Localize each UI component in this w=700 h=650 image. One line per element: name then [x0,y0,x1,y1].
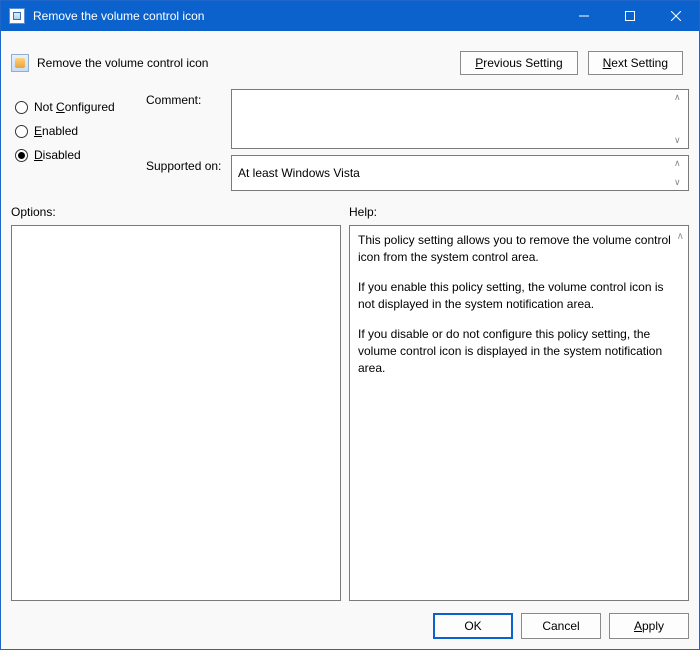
help-paragraph: This policy setting allows you to remove… [358,232,680,267]
policy-editor-window: Remove the volume control icon Remove th… [0,0,700,650]
previous-setting-button[interactable]: Previous Setting [460,51,577,75]
maximize-button[interactable] [607,1,653,31]
ok-button[interactable]: OK [433,613,513,639]
help-paragraph: If you disable or do not configure this … [358,326,680,378]
config-row: Not Configured Enabled Disabled Comment:… [11,89,689,191]
radio-icon [15,101,28,114]
minimize-icon [579,11,589,21]
next-setting-button[interactable]: Next Setting [588,51,683,75]
close-button[interactable] [653,1,699,31]
content-area: Remove the volume control icon Previous … [1,31,699,649]
radio-not-configured[interactable]: Not Configured [15,95,146,119]
cancel-button[interactable]: Cancel [521,613,601,639]
supported-on-box: At least Windows Vista ∧ ∨ [231,155,689,191]
close-icon [671,11,681,21]
next-rest: ext Setting [611,56,668,70]
minimize-button[interactable] [561,1,607,31]
apply-button[interactable]: Apply [609,613,689,639]
window-title: Remove the volume control icon [33,9,561,23]
radio-disabled[interactable]: Disabled [15,143,146,167]
options-label: Options: [11,205,349,219]
scroll-down-icon[interactable]: ∨ [674,136,684,145]
radio-icon [15,125,28,138]
help-label: Help: [349,205,377,219]
scroll-down-icon[interactable]: ∨ [674,178,684,187]
help-paragraph: If you enable this policy setting, the v… [358,279,680,314]
options-pane [11,225,341,601]
help-pane: ∧ This policy setting allows you to remo… [349,225,689,601]
header-row: Remove the volume control icon Previous … [11,39,689,87]
maximize-icon [625,11,635,21]
prev-rest: revious Setting [483,56,562,70]
window-controls [561,1,699,31]
state-radio-group: Not Configured Enabled Disabled [11,89,146,191]
help-text: This policy setting allows you to remove… [358,232,680,378]
supported-on-label: Supported on: [146,155,231,191]
scroll-up-icon[interactable]: ∧ [674,159,684,168]
scroll-up-icon[interactable]: ∧ [677,230,684,245]
policy-name: Remove the volume control icon [37,56,208,70]
titlebar[interactable]: Remove the volume control icon [1,1,699,31]
comment-textarea[interactable]: ∧ ∨ [231,89,689,149]
comment-label: Comment: [146,89,231,149]
radio-enabled[interactable]: Enabled [15,119,146,143]
scroll-up-icon[interactable]: ∧ [674,93,684,102]
pane-labels: Options: Help: [11,205,689,219]
panes-row: ∧ This policy setting allows you to remo… [11,225,689,601]
policy-icon [11,54,29,72]
footer-buttons: OK Cancel Apply [11,601,689,639]
window-icon [9,8,25,24]
radio-icon [15,149,28,162]
supported-on-value: At least Windows Vista [238,166,360,180]
